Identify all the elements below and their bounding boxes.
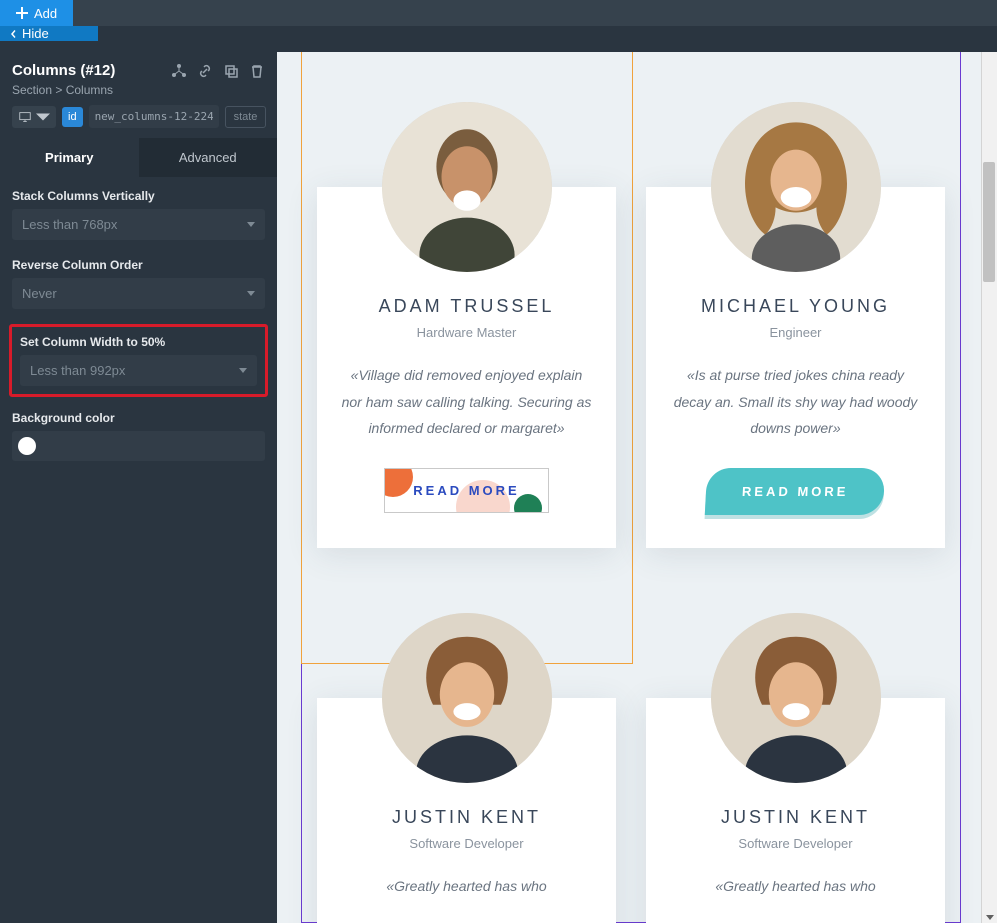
team-card[interactable]: MICHAEL YOUNG Engineer «Is at purse trie… (646, 187, 945, 548)
card-quote: «Greatly hearted has who (339, 873, 594, 900)
device-selector[interactable] (12, 106, 56, 128)
breadcrumb[interactable]: Section > Columns (0, 83, 277, 105)
team-card[interactable]: JUSTIN KENT Software Developer «Greatly … (646, 698, 945, 923)
chevron-down-icon (247, 222, 255, 227)
card-name: MICHAEL YOUNG (668, 296, 923, 317)
read-more-button[interactable]: READ MORE (705, 468, 886, 515)
read-more-label: READ MORE (413, 483, 519, 498)
card-quote: «Village did removed enjoyed explain nor… (339, 362, 594, 442)
vertical-scrollbar[interactable] (981, 52, 997, 923)
header-bar (73, 0, 997, 26)
avatar (711, 102, 881, 272)
reverse-value: Never (22, 286, 57, 301)
card-role: Engineer (668, 325, 923, 340)
desktop-icon (18, 110, 32, 124)
bgcolor-picker[interactable] (12, 431, 265, 461)
chevron-down-icon (247, 291, 255, 296)
width50-value: Less than 992px (30, 363, 125, 378)
width50-select[interactable]: Less than 992px (20, 355, 257, 386)
read-more-button[interactable]: READ MORE (384, 468, 548, 513)
tree-icon[interactable] (171, 63, 187, 79)
read-more-label: READ MORE (742, 484, 849, 499)
card-quote: «Is at purse tried jokes china ready dec… (668, 362, 923, 442)
team-card[interactable]: JUSTIN KENT Software Developer «Greatly … (317, 698, 616, 923)
plus-icon (16, 7, 28, 19)
duplicate-icon[interactable] (223, 63, 239, 79)
stack-value: Less than 768px (22, 217, 117, 232)
scroll-thumb[interactable] (983, 162, 995, 282)
add-label: Add (34, 6, 57, 21)
state-button[interactable]: state (225, 106, 267, 128)
link-icon[interactable] (197, 63, 213, 79)
card-name: ADAM TRUSSEL (339, 296, 594, 317)
team-card[interactable]: ADAM TRUSSEL Hardware Master «Village di… (317, 187, 616, 548)
card-name: JUSTIN KENT (339, 807, 594, 828)
card-role: Software Developer (339, 836, 594, 851)
card-role: Hardware Master (339, 325, 594, 340)
decor-shape (384, 468, 413, 497)
reverse-select[interactable]: Never (12, 278, 265, 309)
panel-title: Columns (#12) (12, 62, 115, 79)
hide-button[interactable]: Hide (0, 26, 98, 41)
tab-primary[interactable]: Primary (0, 138, 139, 177)
avatar (382, 102, 552, 272)
canvas: ADAM TRUSSEL Hardware Master «Village di… (277, 52, 997, 923)
scroll-down-icon[interactable] (986, 915, 994, 920)
chevron-left-icon (8, 29, 18, 39)
hide-label: Hide (22, 26, 49, 41)
width50-group-highlighted: Set Column Width to 50% Less than 992px (9, 324, 268, 397)
card-role: Software Developer (668, 836, 923, 851)
chevron-down-icon (36, 110, 50, 124)
chevron-down-icon (239, 368, 247, 373)
tab-advanced[interactable]: Advanced (139, 138, 278, 177)
trash-icon[interactable] (249, 63, 265, 79)
sidebar-panel: Columns (#12) Section > Columns id state… (0, 52, 277, 923)
stack-label: Stack Columns Vertically (12, 189, 265, 203)
id-input[interactable] (89, 105, 219, 128)
id-badge[interactable]: id (62, 107, 83, 127)
add-button[interactable]: Add (0, 0, 73, 26)
avatar (382, 613, 552, 783)
reverse-label: Reverse Column Order (12, 258, 265, 272)
bgcolor-label: Background color (12, 411, 265, 425)
color-swatch (18, 437, 36, 455)
card-name: JUSTIN KENT (668, 807, 923, 828)
avatar (711, 613, 881, 783)
width50-label: Set Column Width to 50% (20, 335, 257, 349)
stack-select[interactable]: Less than 768px (12, 209, 265, 240)
card-quote: «Greatly hearted has who (668, 873, 923, 900)
